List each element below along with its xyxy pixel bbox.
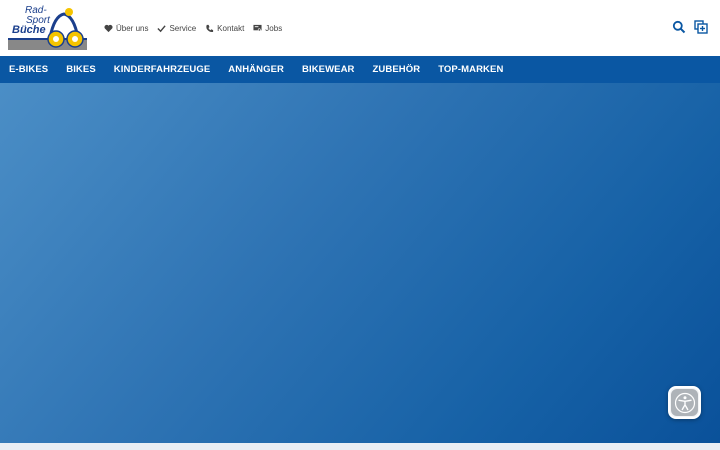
accessibility-button-inner <box>671 389 698 416</box>
toplink-label: Jobs <box>265 23 283 33</box>
top-links: Über uns Service Kontakt Jobs <box>104 21 282 35</box>
toplink-service[interactable]: Service <box>157 24 196 33</box>
toplink-label: Service <box>169 23 197 33</box>
search-icon[interactable] <box>672 20 686 34</box>
toplink-ueber-uns[interactable]: Über uns <box>104 24 148 33</box>
heart-icon <box>104 24 113 32</box>
nav-item-zubehoer[interactable]: ZUBEHÖR <box>373 64 421 75</box>
compare-add-icon[interactable] <box>694 20 708 34</box>
phone-icon <box>206 24 214 32</box>
toplink-kontakt[interactable]: Kontakt <box>205 24 244 33</box>
accessibility-person-icon <box>674 392 695 413</box>
nav-item-bikewear[interactable]: BIKEWEAR <box>302 64 355 75</box>
toplink-label: Kontakt <box>217 23 245 33</box>
content-strip <box>0 443 720 450</box>
hero-banner <box>0 83 720 443</box>
check-icon <box>157 24 167 32</box>
site-header: Rad- Sport Büche Über uns Service Kontak… <box>0 0 720 56</box>
toplink-jobs[interactable]: Jobs <box>253 24 282 33</box>
nav-item-top-marken[interactable]: TOP-MARKEN <box>438 64 503 75</box>
jobs-board-icon <box>253 24 262 31</box>
main-navigation: E-BIKES BIKES KINDERFAHRZEUGE ANHÄNGER B… <box>0 56 720 83</box>
nav-item-bikes[interactable]: BIKES <box>66 64 96 75</box>
toplink-label: Über uns <box>116 23 149 33</box>
nav-item-e-bikes[interactable]: E-BIKES <box>9 64 48 75</box>
nav-item-anhaenger[interactable]: ANHÄNGER <box>228 64 284 75</box>
header-actions <box>672 20 708 34</box>
logo-text-bueche: Büche <box>12 24 46 36</box>
site-logo[interactable]: Rad- Sport Büche <box>8 4 88 52</box>
nav-item-kinderfahrzeuge[interactable]: KINDERFAHRZEUGE <box>114 64 211 75</box>
accessibility-button[interactable] <box>668 386 701 419</box>
